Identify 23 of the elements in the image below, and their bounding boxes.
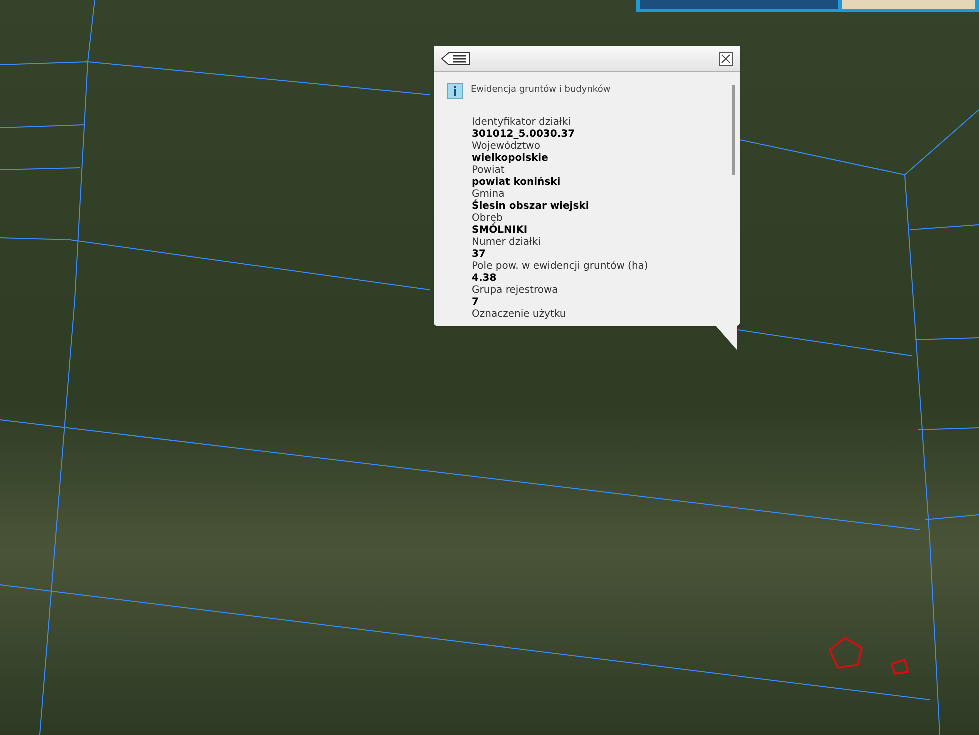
field-label: Gmina bbox=[472, 189, 505, 200]
field-label: Numer działki bbox=[472, 237, 542, 249]
close-icon[interactable] bbox=[719, 52, 733, 66]
field-value: wielkopolskie bbox=[472, 153, 550, 165]
field-value: 4.38 bbox=[472, 273, 498, 285]
field-value: powiat koniński bbox=[472, 177, 562, 189]
minimap-thumbnail[interactable] bbox=[636, 0, 979, 12]
field-value: SMÓLNIKI bbox=[472, 225, 529, 237]
field-value: Ślesin obszar wiejski bbox=[472, 201, 590, 213]
info-icon bbox=[447, 83, 463, 99]
field-label: Grupa rejestrowa bbox=[472, 285, 560, 297]
field-value: 37 bbox=[472, 249, 487, 261]
field-label: Pole pow. w ewidencji gruntów (ha) bbox=[472, 261, 650, 273]
scrollbar-thumb[interactable] bbox=[732, 85, 735, 175]
field-label: Województwo bbox=[472, 141, 542, 153]
field-label: Identyfikator działki bbox=[472, 117, 572, 129]
field-label: Obręb bbox=[472, 213, 503, 224]
field-label: Oznaczenie użytku bbox=[472, 309, 568, 321]
field-value: 7 bbox=[472, 297, 480, 309]
source-title: Ewidencja gruntów i budynków bbox=[471, 84, 611, 98]
field-value: 301012_5.0030.37 bbox=[472, 129, 576, 141]
field-label: Powiat bbox=[472, 165, 506, 177]
list-icon[interactable] bbox=[441, 52, 471, 66]
